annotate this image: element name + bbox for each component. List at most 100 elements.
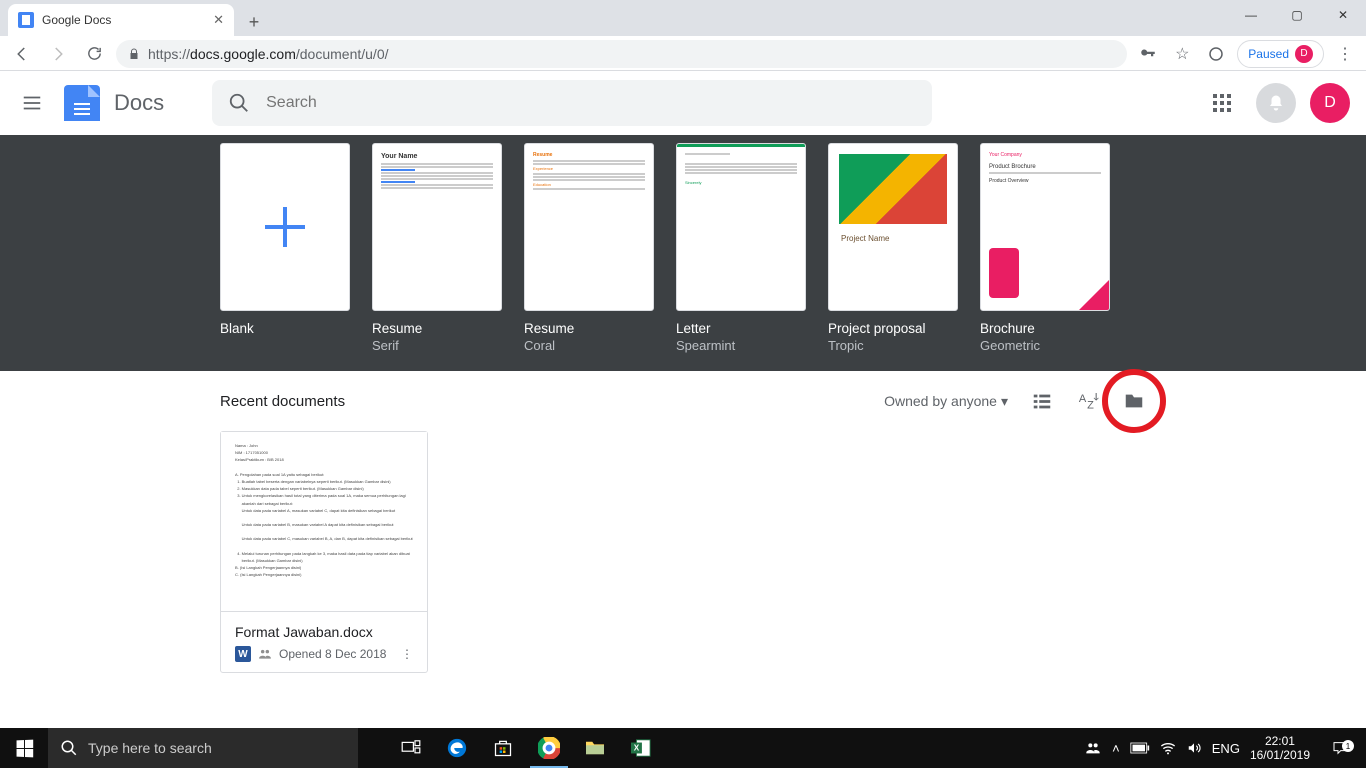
recent-title: Recent documents: [220, 393, 345, 410]
reload-button[interactable]: [80, 40, 108, 68]
minimize-button[interactable]: —: [1228, 0, 1274, 30]
main-menu-button[interactable]: [8, 79, 56, 127]
volume-icon[interactable]: [1186, 741, 1202, 755]
paused-label: Paused: [1248, 47, 1289, 61]
tray-chevron-icon[interactable]: ˄: [1112, 741, 1120, 756]
google-apps-button[interactable]: [1202, 83, 1242, 123]
edge-icon[interactable]: [434, 728, 480, 768]
word-file-icon: W: [235, 646, 251, 662]
windows-taskbar: Type here to search X ˄: [0, 728, 1366, 768]
owned-by-label: Owned by anyone: [884, 393, 997, 409]
task-view-icon[interactable]: [388, 728, 434, 768]
template-resume-coral[interactable]: ResumeExperienceEducation Resume Coral: [524, 143, 654, 353]
taskbar-apps: X: [388, 728, 664, 768]
wifi-icon[interactable]: [1160, 741, 1176, 755]
recent-area: Recent documents Owned by anyone ▾ AZ Na…: [0, 371, 1366, 691]
shared-icon: [257, 647, 273, 661]
file-explorer-icon[interactable]: [572, 728, 618, 768]
svg-text:Z: Z: [1087, 399, 1094, 411]
notifications-button[interactable]: [1256, 83, 1296, 123]
bookmark-star-icon[interactable]: ☆: [1169, 41, 1195, 67]
owned-by-dropdown[interactable]: Owned by anyone ▾: [884, 393, 1008, 410]
key-icon[interactable]: [1135, 41, 1161, 67]
recent-header: Recent documents Owned by anyone ▾ AZ: [220, 389, 1146, 413]
search-icon: [228, 92, 250, 114]
tab-close-icon[interactable]: ✕: [213, 12, 224, 28]
action-center-icon[interactable]: 1: [1320, 740, 1360, 756]
template-name: Blank: [220, 321, 350, 336]
template-resume-serif[interactable]: Your Name Resume Serif: [372, 143, 502, 353]
template-project-proposal[interactable]: Project Name Project proposal Tropic: [828, 143, 958, 353]
document-name: Format Jawaban.docx: [235, 624, 413, 640]
template-gallery: Blank Your Name Resume Serif ResumeExper…: [0, 135, 1366, 371]
search-input[interactable]: [266, 94, 916, 112]
template-name: Resume: [524, 321, 654, 336]
language-indicator[interactable]: ENG: [1212, 741, 1240, 756]
template-letter-spearmint[interactable]: Sincerely Letter Spearmint: [676, 143, 806, 353]
template-subtitle: Spearmint: [676, 338, 806, 353]
taskbar-search-placeholder: Type here to search: [88, 740, 212, 756]
window-controls: — ▢ ✕: [1228, 0, 1366, 30]
maximize-button[interactable]: ▢: [1274, 0, 1320, 30]
template-subtitle: Serif: [372, 338, 502, 353]
document-opened: Opened 8 Dec 2018: [279, 647, 386, 661]
new-tab-button[interactable]: +: [240, 8, 268, 36]
template-thumb: Sincerely: [676, 143, 806, 311]
list-view-button[interactable]: [1030, 389, 1054, 413]
svg-text:A: A: [1079, 393, 1087, 405]
document-card[interactable]: Nama : JohnNIM : 1717051000Kelas/Praktik…: [220, 431, 428, 673]
template-thumb: [220, 143, 350, 311]
paused-avatar-icon: D: [1295, 45, 1313, 63]
back-button[interactable]: [8, 40, 36, 68]
tab-bar: Google Docs ✕ + — ▢ ✕: [0, 0, 1366, 36]
chevron-down-icon: ▾: [1001, 393, 1008, 410]
browser-menu-icon[interactable]: ⋮: [1332, 41, 1358, 67]
tab-title: Google Docs: [42, 13, 205, 27]
forward-button[interactable]: [44, 40, 72, 68]
account-avatar[interactable]: D: [1310, 83, 1350, 123]
document-meta: W Opened 8 Dec 2018 ⋮: [235, 646, 413, 662]
header-right: D: [1202, 83, 1350, 123]
start-button[interactable]: [0, 728, 48, 768]
docs-logo-icon: [64, 85, 100, 121]
plus-icon: [265, 207, 305, 247]
browser-chrome: Google Docs ✕ + — ▢ ✕ https://docs.googl…: [0, 0, 1366, 71]
open-file-picker-button[interactable]: [1122, 389, 1146, 413]
svg-text:X: X: [634, 744, 640, 753]
address-bar: https://docs.google.com/document/u/0/ ☆ …: [0, 36, 1366, 71]
template-thumb: Project Name: [828, 143, 958, 311]
search-icon: [60, 739, 78, 757]
url-box[interactable]: https://docs.google.com/document/u/0/: [116, 40, 1127, 68]
battery-icon[interactable]: [1130, 742, 1150, 754]
template-blank[interactable]: Blank: [220, 143, 350, 353]
template-subtitle: Tropic: [828, 338, 958, 353]
template-thumb: Your Name: [372, 143, 502, 311]
template-name: Resume: [372, 321, 502, 336]
search-box[interactable]: [212, 80, 932, 126]
taskbar-search[interactable]: Type here to search: [48, 728, 358, 768]
extension-icon[interactable]: [1203, 41, 1229, 67]
template-name: Letter: [676, 321, 806, 336]
close-window-button[interactable]: ✕: [1320, 0, 1366, 30]
document-more-button[interactable]: ⋮: [401, 647, 413, 661]
template-thumb: Your CompanyProduct BrochureProduct Over…: [980, 143, 1110, 311]
sort-button[interactable]: AZ: [1076, 389, 1100, 413]
document-info: Format Jawaban.docx W Opened 8 Dec 2018 …: [221, 612, 427, 672]
document-thumb: Nama : JohnNIM : 1717051000Kelas/Praktik…: [221, 432, 427, 612]
template-row: Blank Your Name Resume Serif ResumeExper…: [0, 143, 1366, 353]
browser-tab[interactable]: Google Docs ✕: [8, 4, 234, 36]
profile-paused-chip[interactable]: Paused D: [1237, 40, 1324, 68]
taskbar-clock[interactable]: 22:01 16/01/2019: [1250, 734, 1310, 763]
template-name: Brochure: [980, 321, 1110, 336]
store-icon[interactable]: [480, 728, 526, 768]
taskbar-tray: ˄ ENG 22:01 16/01/2019 1: [1084, 734, 1366, 763]
people-icon[interactable]: [1084, 740, 1102, 756]
url-text: https://docs.google.com/document/u/0/: [148, 46, 389, 62]
template-subtitle: Coral: [524, 338, 654, 353]
docs-header: Docs D: [0, 71, 1366, 135]
template-brochure-geometric[interactable]: Your CompanyProduct BrochureProduct Over…: [980, 143, 1110, 353]
chrome-icon[interactable]: [526, 728, 572, 768]
template-thumb: ResumeExperienceEducation: [524, 143, 654, 311]
app-title: Docs: [114, 90, 164, 116]
excel-icon[interactable]: X: [618, 728, 664, 768]
